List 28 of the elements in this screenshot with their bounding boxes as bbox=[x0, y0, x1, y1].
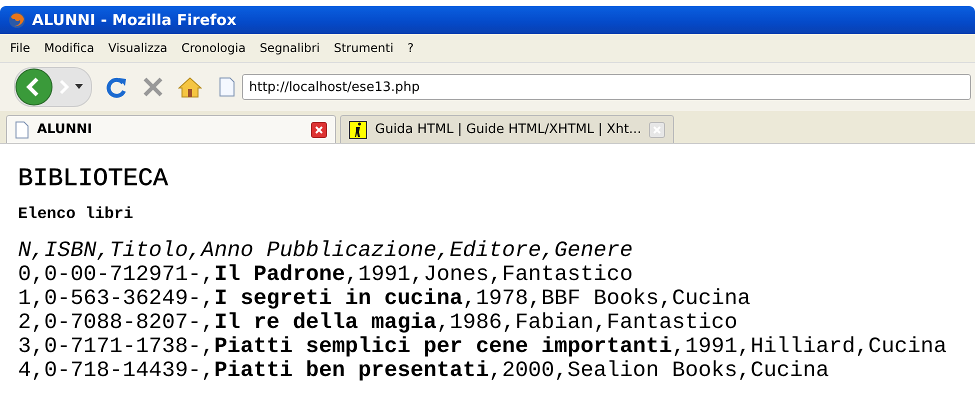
column-header-line: N,ISBN,Titolo,Anno Pubblicazione,Editore,Genere bbox=[18, 239, 634, 263]
record-line: 2,0-7088-8207-,Il re della magia,1986,Fabian,Fantastico bbox=[18, 311, 738, 335]
record-line: 4,0-718-14439-,Piatti ben presentati,2000,Sealion Books,Cucina bbox=[18, 359, 830, 383]
address-field[interactable]: http://localhost/ese13.php bbox=[242, 74, 971, 100]
menu-item[interactable]: Segnalibri bbox=[260, 41, 320, 55]
stop-icon[interactable] bbox=[142, 76, 164, 98]
dropdown-icon[interactable] bbox=[75, 84, 83, 90]
menu-item[interactable]: Modifica bbox=[44, 41, 94, 55]
browser-tab[interactable]: ALUNNI bbox=[6, 115, 336, 143]
figure-icon bbox=[349, 120, 367, 138]
page-heading: BIBLIOTECA bbox=[18, 164, 170, 193]
page-icon bbox=[15, 120, 29, 138]
reload-icon[interactable] bbox=[106, 76, 128, 98]
menu-item[interactable]: Visualizza bbox=[108, 41, 168, 55]
record-line: 3,0-7171-1738-,Piatti semplici per cene importanti,1991,Hilliard,Cucina bbox=[18, 335, 948, 359]
menu-item[interactable]: Cronologia bbox=[181, 41, 246, 55]
record-line: 0,0-00-712971-,Il Padrone,1991,Jones,Fantastico bbox=[18, 263, 634, 287]
browser-tab[interactable]: Guida HTML | Guide HTML/XHTML | Xht... bbox=[340, 115, 674, 143]
close-icon[interactable] bbox=[311, 122, 327, 138]
menu-item[interactable]: ? bbox=[407, 41, 414, 55]
window-title: ALUNNI - Mozilla Firefox bbox=[32, 11, 236, 29]
page-subheading: Elenco libri bbox=[18, 205, 134, 223]
back-forward-control[interactable] bbox=[14, 67, 92, 107]
menu-item[interactable]: Strumenti bbox=[334, 41, 394, 55]
menu-item[interactable]: File bbox=[10, 41, 30, 55]
record-line: 1,0-563-36249-,I segreti in cucina,1978,BBF Books,Cucina bbox=[18, 287, 752, 311]
home-icon[interactable] bbox=[178, 76, 202, 98]
back-icon[interactable] bbox=[15, 68, 53, 106]
